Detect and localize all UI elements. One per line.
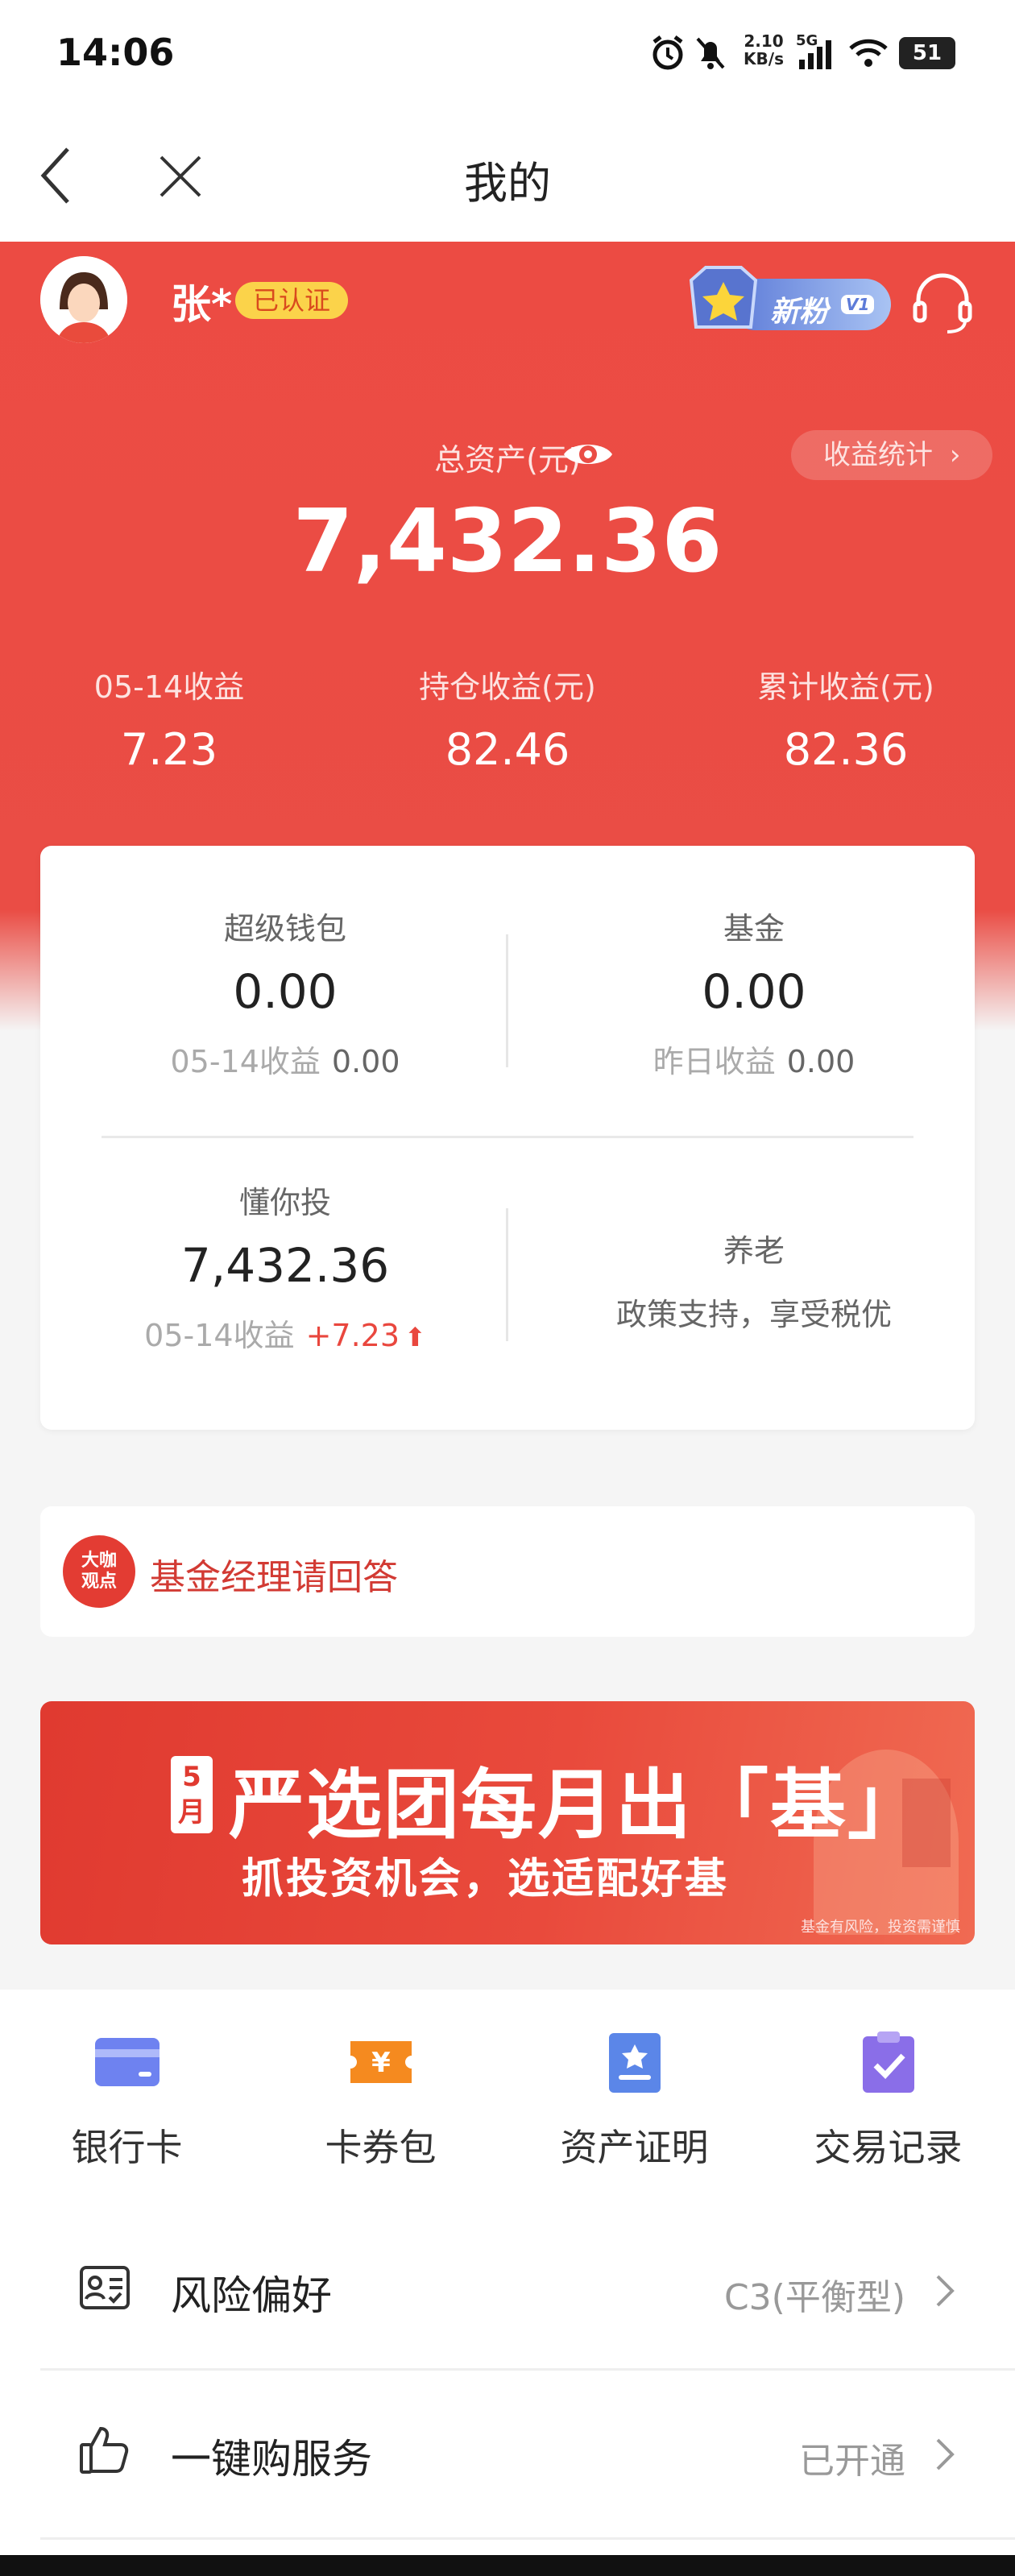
shortcut-label: 银行卡 <box>71 2126 183 2169</box>
eye-icon[interactable] <box>562 435 614 474</box>
network-speed-value: 2.10 <box>744 31 784 51</box>
arrow-up-icon: ⬆ <box>404 1322 426 1352</box>
verified-badge: 已认证 <box>235 282 349 319</box>
fund-title: 基金 <box>723 911 785 946</box>
mute-bell-icon <box>696 37 725 69</box>
metric-label: 累计收益(元) <box>757 669 934 705</box>
svg-text:¥: ¥ <box>371 2047 391 2079</box>
advisor-value: 7,432.36 <box>180 1238 390 1293</box>
fund-manager-text: 基金经理请回答 <box>150 1557 398 1598</box>
list-item-value: 已开通 <box>799 2441 905 2482</box>
metric-value: 82.46 <box>445 724 570 775</box>
shortcut-coupons[interactable]: ¥ 卡券包 <box>254 2030 508 2172</box>
top-nav: 我的 <box>0 109 1015 242</box>
shortcut-label: 卡券包 <box>325 2126 437 2169</box>
asset-certificate-icon <box>608 2033 661 2093</box>
shortcut-grid: 银行卡 ¥ 卡券包 资产证明 交易记录 <box>0 1990 1015 2207</box>
list-item-label: 一键购服务 <box>171 2436 372 2483</box>
transaction-record-icon <box>862 2031 914 2093</box>
wallet-sub-label: 05-14收益 <box>170 1044 321 1079</box>
metric-label: 05-14收益 <box>93 669 245 705</box>
shortcut-asset-proof[interactable]: 资产证明 <box>508 2030 761 2172</box>
list-item-label: 风险偏好 <box>171 2272 332 2319</box>
status-bar: 14:06 2.10 KB/s 5G 51 <box>0 0 1015 109</box>
shortcut-transactions[interactable]: 交易记录 <box>761 2030 1015 2172</box>
thumbs-up-icon <box>80 2426 129 2474</box>
wallet-title: 超级钱包 <box>223 911 346 946</box>
shortcut-bank-card[interactable]: 银行卡 <box>0 2030 254 2172</box>
avatar-illustration <box>40 256 127 343</box>
wifi-icon <box>849 39 888 67</box>
coupon-icon: ¥ <box>350 2041 412 2083</box>
metric-value: 82.36 <box>783 724 909 775</box>
risk-profile-icon <box>80 2266 130 2309</box>
income-stats-button[interactable]: 收益统计 › <box>791 430 993 480</box>
wallet-sub-value: 0.00 <box>331 1044 400 1079</box>
metric-cumulative-income: 累计收益(元) 82.36 <box>677 662 1015 775</box>
month-badge: 5 月 <box>171 1756 213 1833</box>
fund-cell[interactable]: 基金 0.00 昨日收益 0.00 <box>577 904 931 1081</box>
metric-holding-income: 持仓收益(元) 82.46 <box>338 662 677 775</box>
chevron-right-icon <box>936 2275 955 2307</box>
expert-badge-line1: 大咖 <box>81 1551 117 1571</box>
bank-card-icon <box>94 2038 160 2086</box>
alarm-icon <box>652 35 683 70</box>
expert-badge-line2: 观点 <box>81 1572 117 1592</box>
network-speed: 2.10 KB/s <box>741 32 786 68</box>
month-char: 月 <box>178 1796 205 1828</box>
pension-desc: 政策支持，享受税优 <box>615 1297 892 1332</box>
advisor-cell[interactable]: 懂你投 7,432.36 05-14收益 +7.23 ⬆ <box>108 1178 462 1355</box>
shortcut-label: 交易记录 <box>814 2126 963 2169</box>
card-divider <box>102 1136 914 1138</box>
list-item-value: C3(平衡型) <box>723 2277 905 2318</box>
metric-label: 持仓收益(元) <box>419 669 596 705</box>
income-stats-label: 收益统计 <box>823 439 933 471</box>
total-assets-value: 7,432.36 <box>292 491 723 592</box>
promo-subtitle: 抓投资机会，选适配好基 <box>242 1855 730 1903</box>
headset-icon[interactable] <box>910 271 975 335</box>
page-title: 我的 <box>464 158 551 209</box>
battery-level: 51 <box>912 41 942 65</box>
divider <box>506 1208 508 1341</box>
advisor-sub-value: +7.23 <box>305 1318 400 1353</box>
star-crown-icon <box>689 266 758 329</box>
list-item-risk[interactable]: 风险偏好 C3(平衡型) <box>0 2207 1015 2368</box>
avatar[interactable] <box>40 256 127 343</box>
metric-value: 7.23 <box>120 724 218 775</box>
advisor-sub-label: 05-14收益 <box>144 1318 295 1353</box>
signal-icon <box>799 40 831 69</box>
user-name: 张* <box>171 281 233 328</box>
promo-title: 严选团每月出「基」 <box>229 1762 926 1849</box>
fund-sub-label: 昨日收益 <box>652 1044 776 1079</box>
list-item-one-click[interactable]: 一键购服务 已开通 <box>0 2371 1015 2532</box>
vip-level: V1 <box>841 295 875 314</box>
shortcut-label: 资产证明 <box>560 2126 709 2169</box>
expert-view-badge: 大咖 观点 <box>63 1535 135 1608</box>
vip-badge[interactable]: 新粉 V1 <box>682 256 895 343</box>
network-speed-unit: KB/s <box>744 49 784 68</box>
month-number: 5 <box>182 1761 201 1793</box>
chevron-right-icon: › <box>949 439 961 471</box>
battery-indicator: 51 <box>899 37 955 69</box>
status-time: 14:06 <box>56 31 175 74</box>
fund-sub: 昨日收益 0.00 <box>577 1037 931 1081</box>
advisor-title: 懂你投 <box>238 1185 331 1220</box>
metric-daily-income: 05-14收益 7.23 <box>0 662 338 775</box>
promo-risk-note: 基金有风险，投资需谨慎 <box>801 1919 960 1936</box>
fund-sub-value: 0.00 <box>786 1044 856 1079</box>
list-divider <box>40 2537 1015 2540</box>
wallet-cell[interactable]: 超级钱包 0.00 05-14收益 0.00 <box>108 904 462 1081</box>
system-nav-bar <box>0 2555 1015 2576</box>
pension-title: 养老 <box>723 1233 785 1269</box>
divider <box>506 934 508 1067</box>
advisor-sub: 05-14收益 +7.23 ⬆ <box>108 1311 462 1355</box>
wallet-sub: 05-14收益 0.00 <box>108 1037 462 1081</box>
settings-list: 风险偏好 C3(平衡型) 一键购服务 已开通 <box>0 2207 1015 2576</box>
wallet-value: 0.00 <box>233 964 338 1019</box>
vip-label: 新粉 <box>770 296 829 329</box>
fund-value: 0.00 <box>702 964 806 1019</box>
chevron-right-icon <box>936 2438 955 2470</box>
pension-cell[interactable]: 养老 政策支持，享受税优 <box>577 1226 931 1334</box>
total-assets-label-text: 总资产(元) <box>434 442 581 478</box>
